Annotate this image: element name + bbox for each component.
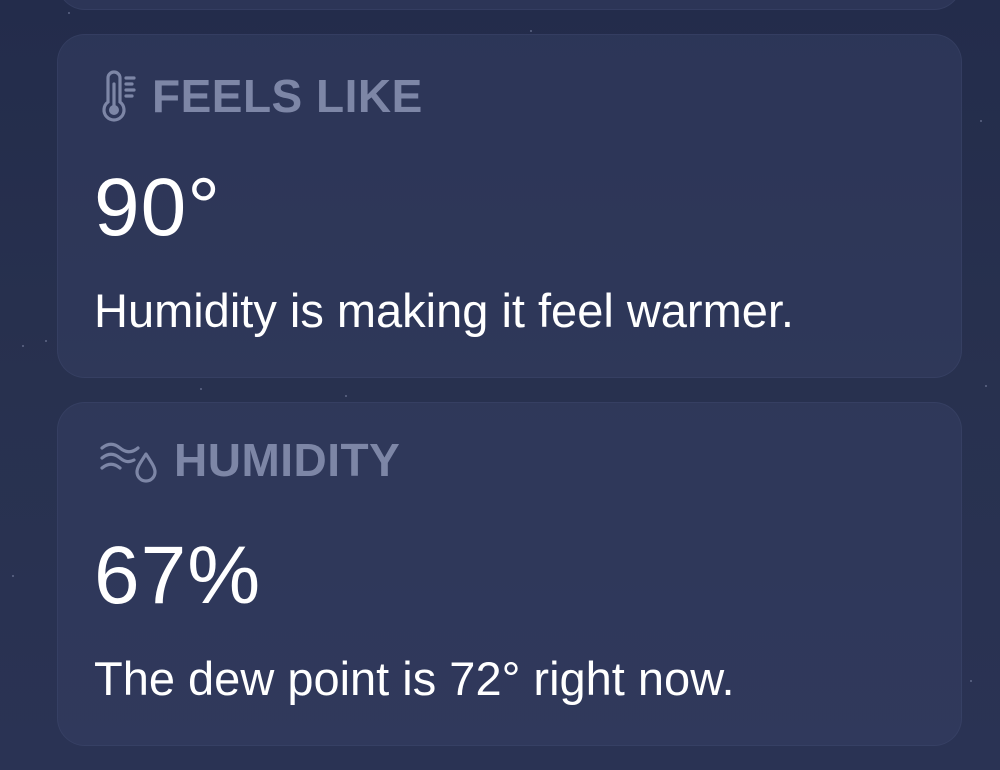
star-dot	[985, 385, 987, 387]
humidity-icon	[98, 434, 164, 486]
star-dot	[45, 340, 47, 342]
feels-like-label: FEELS LIKE	[152, 70, 423, 122]
star-dot	[345, 395, 347, 397]
previous-card	[57, 0, 962, 10]
feels-like-value: 90°	[94, 162, 222, 253]
humidity-card[interactable]: HUMIDITY 67% The dew point is 72° right …	[57, 402, 962, 746]
star-dot	[12, 575, 14, 577]
star-dot	[980, 120, 982, 122]
humidity-value: 67%	[94, 530, 262, 621]
humidity-label: HUMIDITY	[174, 434, 401, 486]
star-dot	[68, 12, 70, 14]
feels-like-header: FEELS LIKE	[98, 69, 423, 123]
star-dot	[200, 388, 202, 390]
feels-like-description: Humidity is making it feel warmer.	[94, 284, 794, 337]
humidity-header: HUMIDITY	[98, 433, 400, 487]
feels-like-card[interactable]: FEELS LIKE 90° Humidity is making it fee…	[57, 34, 962, 378]
star-dot	[530, 30, 532, 32]
thermometer-icon	[98, 70, 142, 122]
humidity-description: The dew point is 72° right now.	[94, 652, 735, 705]
star-dot	[22, 345, 24, 347]
star-dot	[970, 680, 972, 682]
